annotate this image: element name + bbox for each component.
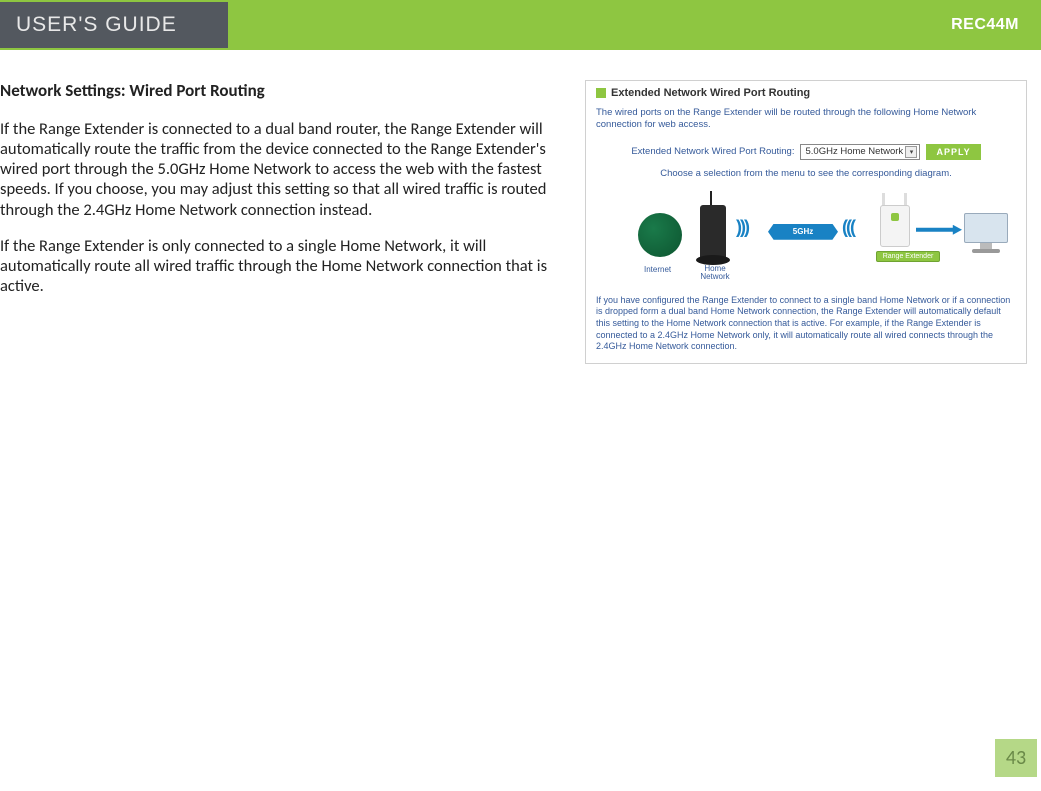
page-header: USER'S GUIDE REC44M [0,0,1041,50]
internet-label: Internet [644,265,671,274]
paragraph-2: If the Range Extender is only connected … [0,236,561,296]
wifi-waves-left-icon: ))) [736,217,748,238]
left-column: Network Settings: Wired Port Routing If … [0,80,561,312]
internet-globe-icon [638,213,682,257]
select-value: 5.0GHz Home Network [805,146,903,157]
content-area: Network Settings: Wired Port Routing If … [0,50,1041,364]
wifi-waves-right-icon: ((( [842,217,854,238]
band-label: 5GHz [793,227,813,236]
form-row: Extended Network Wired Port Routing: 5.0… [596,144,1016,160]
extender-label: Range Extender [876,251,940,262]
monitor-icon [964,213,1008,243]
form-label: Extended Network Wired Port Routing: [631,146,794,157]
home-network-label: Home Network [700,265,730,283]
paragraph-1: If the Range Extender is connected to a … [0,119,561,220]
extender-icon [880,205,910,247]
panel-bottom-note: If you have configured the Range Extende… [596,295,1016,353]
section-heading: Network Settings: Wired Port Routing [0,80,561,101]
model-code: REC44M [951,16,1019,34]
header-green-bar: REC44M [228,2,1041,48]
apply-button[interactable]: APPLY [926,144,980,160]
settings-panel-screenshot: Extended Network Wired Port Routing The … [585,80,1027,364]
panel-title-row: Extended Network Wired Port Routing [596,87,1016,99]
monitor-base-icon [972,249,1000,253]
panel-subdescription: Choose a selection from the menu to see … [596,168,1016,179]
chevron-down-icon: ▾ [905,146,917,158]
panel-title: Extended Network Wired Port Routing [611,87,810,99]
network-diagram: Internet Home Network ))) 5GHz ((( Range… [602,191,1010,285]
extender-led-icon [891,213,899,221]
guide-title-block: USER'S GUIDE [0,2,228,48]
router-icon [700,205,726,261]
wired-arrow-icon [916,225,962,235]
square-icon [596,88,606,98]
page-number: 43 [995,739,1037,777]
band-arrow: 5GHz [766,223,840,241]
guide-title: USER'S GUIDE [16,13,177,37]
page-number-value: 43 [1006,746,1026,770]
routing-select[interactable]: 5.0GHz Home Network ▾ [800,144,920,160]
panel-description: The wired ports on the Range Extender wi… [596,107,1016,132]
